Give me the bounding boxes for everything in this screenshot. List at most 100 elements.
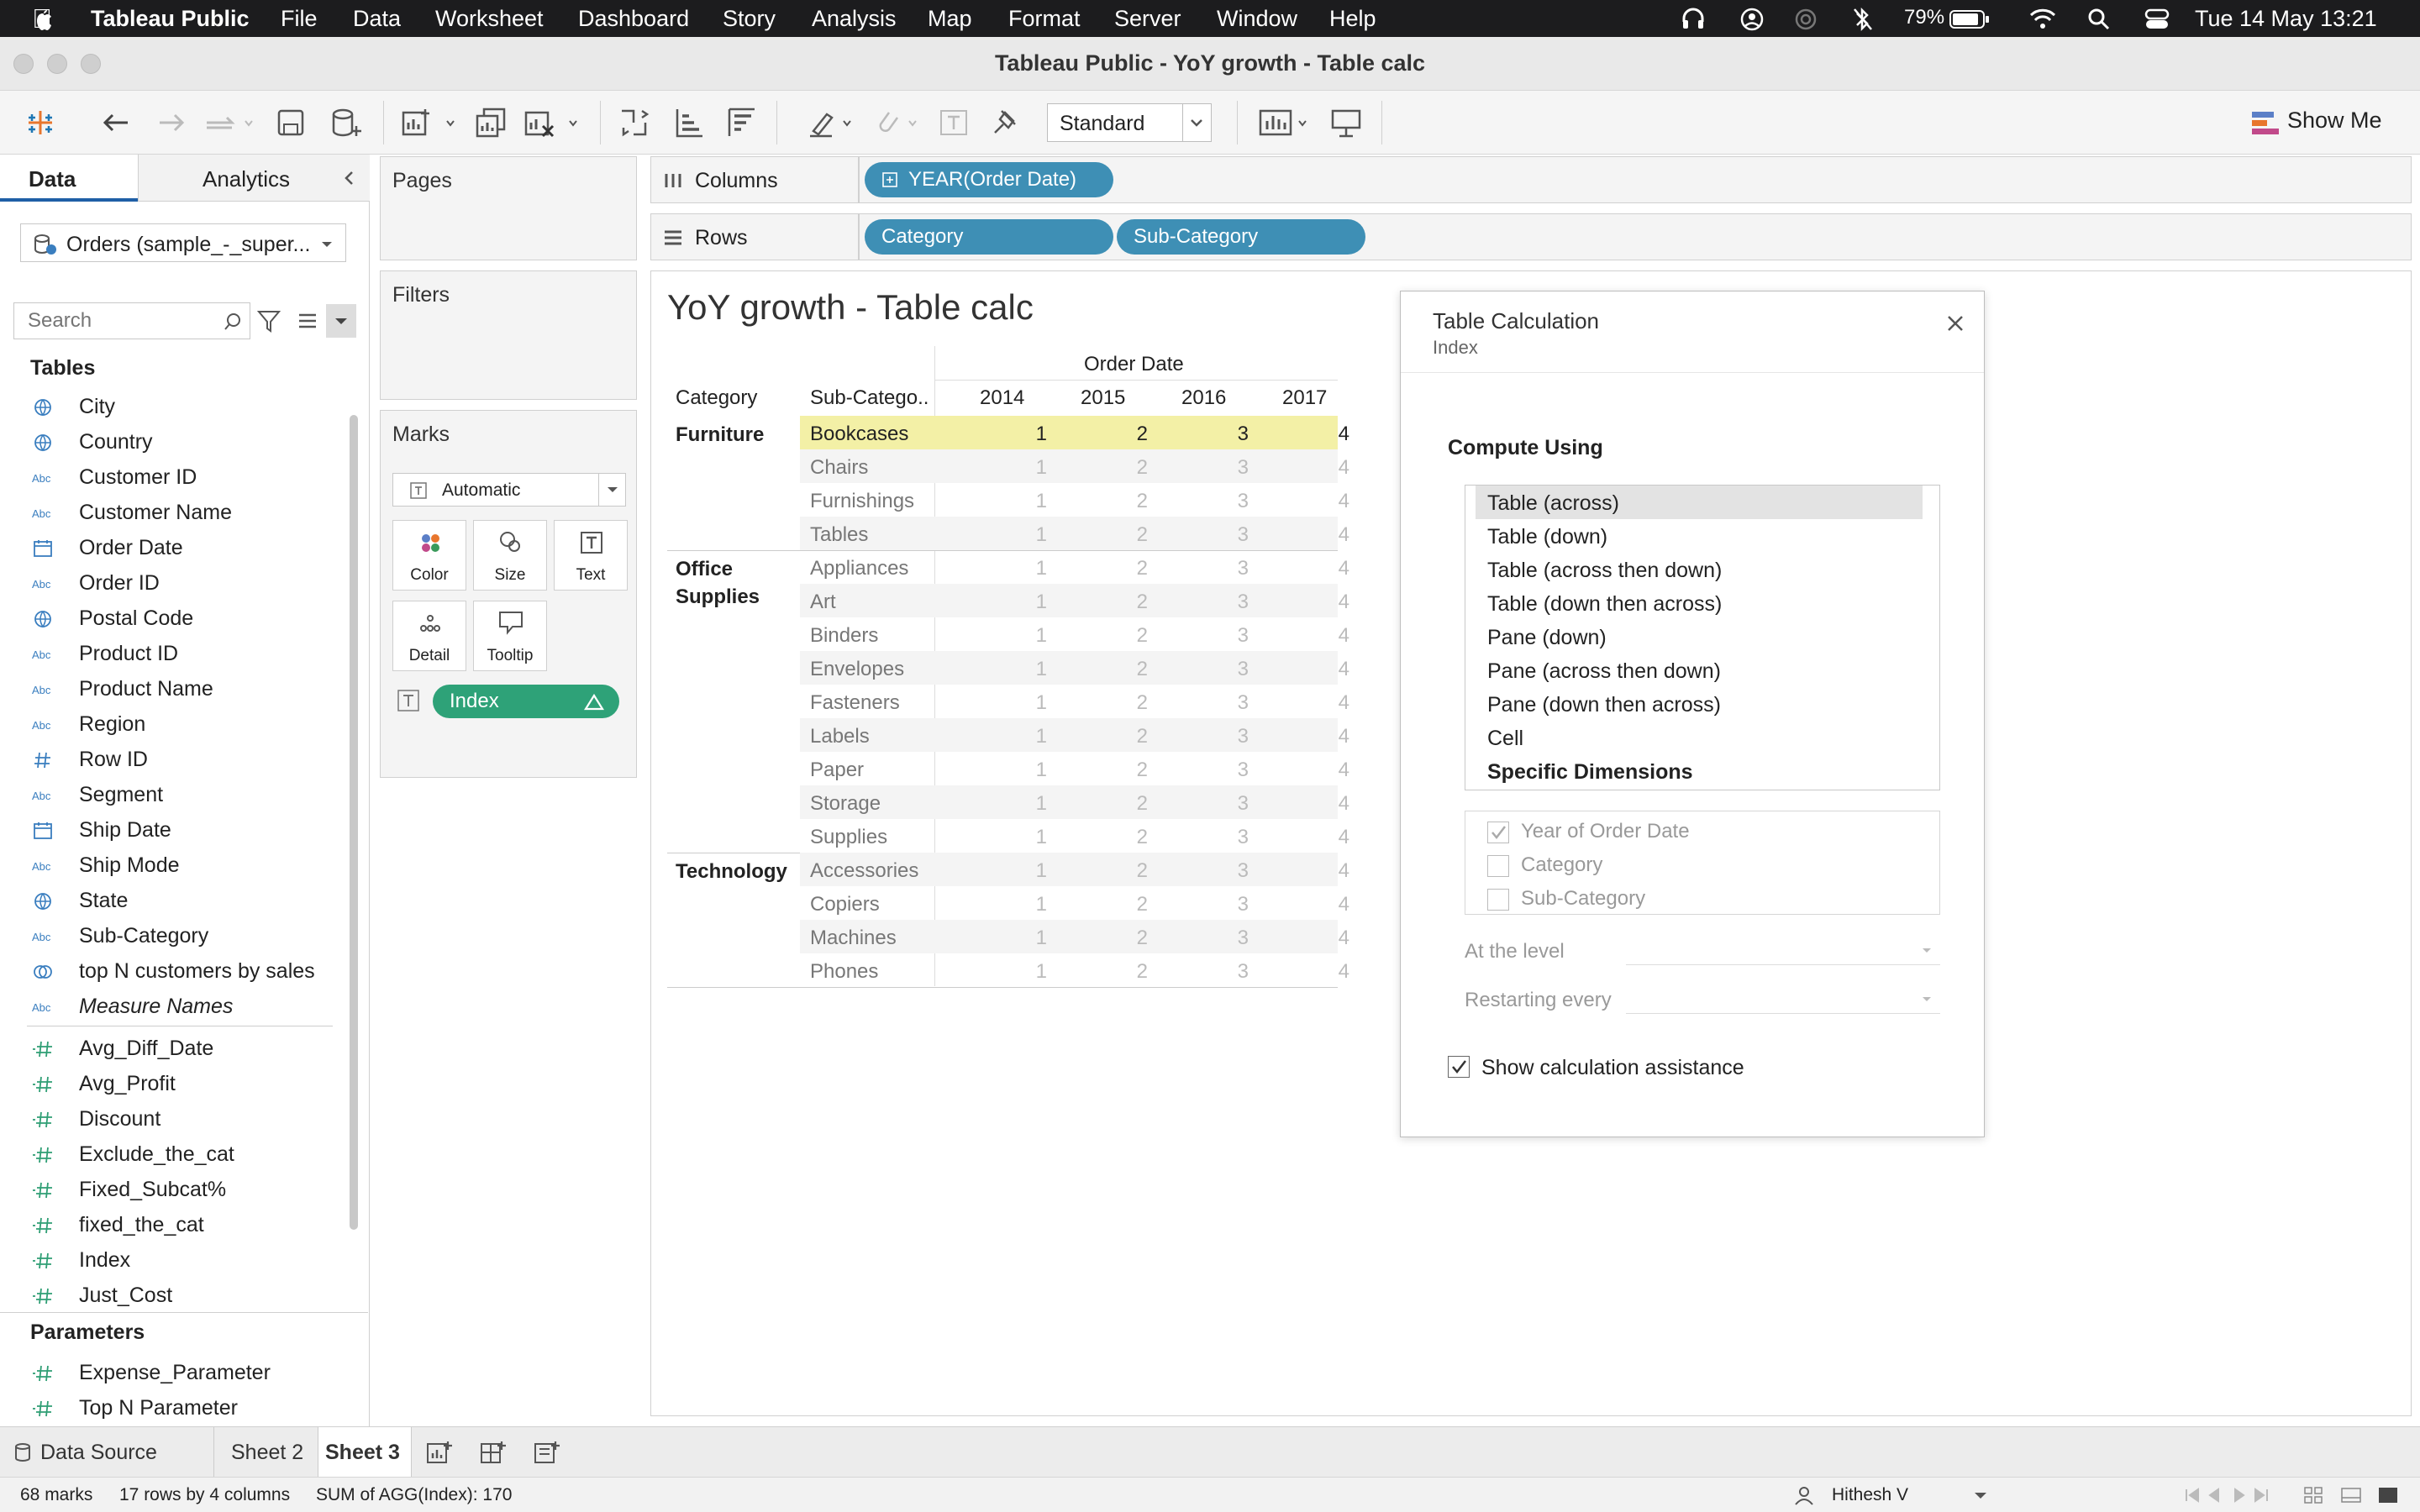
dimension-field[interactable]: Country [0,425,345,460]
user-account-icon[interactable] [1739,7,1765,32]
dimension-field[interactable]: Ship Date [0,813,345,848]
app-menu[interactable]: Tableau Public [91,6,250,32]
caret-down-icon[interactable] [1970,1484,1991,1506]
filter-icon[interactable] [255,307,282,334]
filters-card[interactable]: Filters [380,270,637,400]
row-pill-category[interactable]: Category [865,219,1113,255]
datasource-select[interactable]: Orders (sample_-_super... [20,223,346,262]
compute-option[interactable]: Table (down) [1465,519,1923,553]
redo-icon[interactable] [155,106,188,139]
tab-sheet-3[interactable]: Sheet 3 [318,1427,412,1478]
new-story-tab-icon[interactable] [533,1439,561,1467]
parameter-field[interactable]: Expense_Parameter [0,1356,345,1391]
measure-field[interactable]: Index [0,1243,345,1278]
column-pill-year-order-date[interactable]: YEAR(Order Date) [865,162,1113,197]
search-input[interactable] [14,303,216,339]
measure-field[interactable]: Discount [0,1102,345,1137]
compute-option[interactable]: Pane (down then across) [1465,687,1923,721]
control-center-icon[interactable] [2144,8,2170,31]
dimension-field[interactable]: Abc Product ID [0,637,345,672]
group-members-icon[interactable] [872,106,923,139]
row-pill-sub-category[interactable]: Sub-Category [1117,219,1365,255]
wifi-icon[interactable] [2028,7,2057,30]
menu-analysis[interactable]: Analysis [812,6,897,32]
tab-analytics[interactable]: Analytics [138,155,370,202]
at-the-level-select[interactable] [1626,933,1940,965]
dimension-field[interactable]: Abc Ship Mode [0,848,345,884]
show-me-icon[interactable] [2250,109,2281,138]
show-me-button[interactable]: Show Me [2287,108,2382,134]
tab-data-source[interactable]: Data Source [0,1427,197,1478]
menu-data[interactable]: Data [353,6,401,32]
menu-map[interactable]: Map [928,6,972,32]
tableau-logo-icon[interactable] [25,108,55,138]
menu-help[interactable]: Help [1329,6,1376,32]
dimension-field[interactable]: Abc Order ID [0,566,345,601]
dimension-field[interactable]: Abc Customer ID [0,460,345,496]
size-button[interactable]: Size [473,520,547,591]
field-search[interactable] [13,302,250,339]
new-data-source-icon[interactable] [328,106,365,139]
swap-rows-columns-icon[interactable] [617,106,650,139]
menu-window[interactable]: Window [1217,6,1297,32]
filmstrip-icon[interactable] [2339,1484,2363,1506]
apple-logo-icon[interactable] [30,5,55,32]
close-icon[interactable] [1942,310,1969,337]
dimension-field[interactable]: Row ID [0,743,345,778]
measure-field[interactable]: Avg_Profit [0,1067,345,1102]
restarting-every-select[interactable] [1626,982,1940,1014]
show-mark-labels-icon[interactable] [938,106,971,139]
fix-axes-pin-icon[interactable] [990,106,1023,139]
tab-sheet-2[interactable]: Sheet 2 [213,1427,318,1478]
columns-shelf[interactable]: YEAR(Order Date) [859,156,2412,203]
spotlight-search-icon[interactable] [2087,8,2111,31]
presentation-mode-icon[interactable] [1329,106,1363,139]
show-assistance-checkbox[interactable] [1448,1056,1470,1078]
compute-option[interactable]: Pane (down) [1465,620,1923,654]
menu-server[interactable]: Server [1114,6,1181,32]
new-worksheet-tab-icon[interactable] [425,1439,454,1467]
dimension-checkbox[interactable] [1487,822,1509,843]
sheet-sorter-icon[interactable] [2302,1484,2326,1506]
compute-option[interactable]: Cell [1465,721,1923,754]
pages-card[interactable]: Pages [380,156,637,260]
new-worksheet-icon[interactable] [400,106,459,139]
measure-field[interactable]: Fixed_Subcat% [0,1173,345,1208]
dimension-field[interactable]: City [0,390,345,425]
fit-select-dropdown[interactable] [1182,104,1211,141]
menu-file[interactable]: File [281,6,318,32]
fit-select[interactable]: Standard [1047,103,1212,142]
show-cards-icon[interactable] [1257,106,1313,139]
compute-option-specific-dimensions[interactable]: Specific Dimensions [1465,754,1923,788]
rows-shelf[interactable]: Category Sub-Category [859,213,2412,260]
dimension-field[interactable]: Abc Customer Name [0,496,345,531]
dimension-field[interactable]: Abc Segment [0,778,345,813]
save-icon[interactable] [274,106,308,139]
data-pane-scrollbar[interactable] [350,415,358,1230]
battery-icon[interactable] [1949,10,1990,29]
duplicate-sheet-icon[interactable] [474,106,508,139]
parameter-field[interactable]: Top N Parameter [0,1391,345,1426]
color-button[interactable]: Color [392,520,466,591]
tooltip-button[interactable]: Tooltip [473,601,547,671]
detail-button[interactable]: Detail [392,601,466,671]
dimension-field[interactable]: top N customers by sales [0,954,345,990]
measure-field[interactable]: Avg_Diff_Date [0,1032,345,1067]
dimension-field[interactable]: Abc Sub-Category [0,919,345,954]
mark-type-dropdown[interactable] [598,474,625,506]
dimension-field[interactable]: Postal Code [0,601,345,637]
headphones-icon[interactable] [1681,7,1706,30]
menu-story[interactable]: Story [723,6,776,32]
highlight-icon[interactable] [807,106,857,139]
no-bluetooth-icon[interactable] [1852,7,1874,32]
dimension-checkbox[interactable] [1487,855,1509,877]
clear-sheet-icon[interactable] [523,106,581,139]
tab-data[interactable]: Data [0,155,138,202]
replay-animation-icon[interactable] [203,106,257,139]
dimension-field[interactable]: State [0,884,345,919]
mark-type-select[interactable]: Automatic [392,473,626,507]
sort-descending-icon[interactable] [724,106,758,139]
menubar-datetime[interactable]: Tue 14 May 13:21 [2195,6,2377,32]
menu-dashboard[interactable]: Dashboard [578,6,689,32]
airdrop-icon[interactable] [1793,7,1818,32]
